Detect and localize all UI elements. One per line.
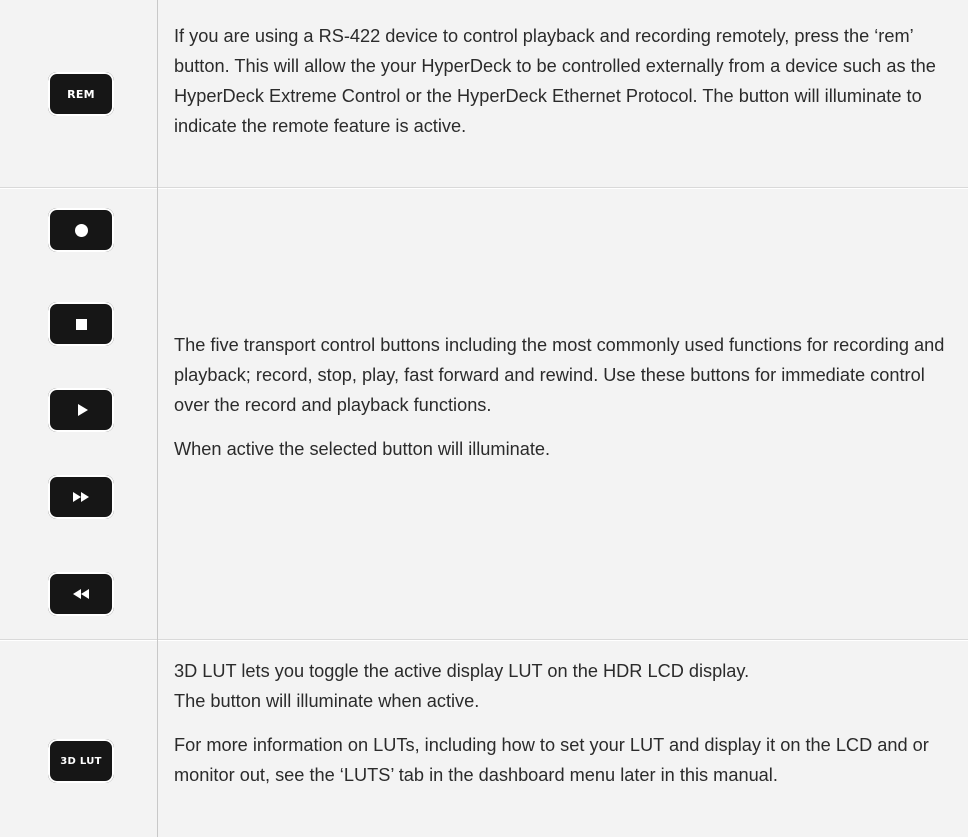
lut-description-block: 3D LUT lets you toggle the active displa… [174,656,964,790]
lut-description-line2: The button will illuminate when active. [174,691,480,711]
lut-row: 3D LUT 3D LUT lets you toggle the active… [0,641,968,837]
transport-note: When active the selected button will ill… [174,439,551,459]
lut-more-info: For more information on LUTs, including … [174,735,929,785]
rewind-button[interactable] [48,572,114,616]
stop-icon [75,318,87,330]
fast-forward-button[interactable] [48,475,114,519]
fast-forward-icon [73,492,89,502]
rem-description-block: If you are using a RS-422 device to cont… [174,21,964,141]
play-icon [77,404,88,416]
transport-description-block: The five transport control buttons inclu… [174,330,964,464]
play-button[interactable] [48,388,114,432]
rem-button[interactable]: REM [48,72,114,116]
column-divider [157,0,158,837]
rem-description: If you are using a RS-422 device to cont… [174,26,936,136]
stop-button[interactable] [48,302,114,346]
record-icon [74,223,88,237]
transport-description: The five transport control buttons inclu… [174,335,945,415]
record-button[interactable] [48,208,114,252]
3d-lut-button-label: 3D LUT [60,755,102,767]
lut-description-line1: 3D LUT lets you toggle the active displa… [174,661,750,681]
rewind-icon [73,589,89,599]
3d-lut-button[interactable]: 3D LUT [48,739,114,783]
transport-row: The five transport control buttons inclu… [0,189,968,640]
rem-row: REM If you are using a RS-422 device to … [0,0,968,188]
rem-button-label: REM [67,87,95,101]
